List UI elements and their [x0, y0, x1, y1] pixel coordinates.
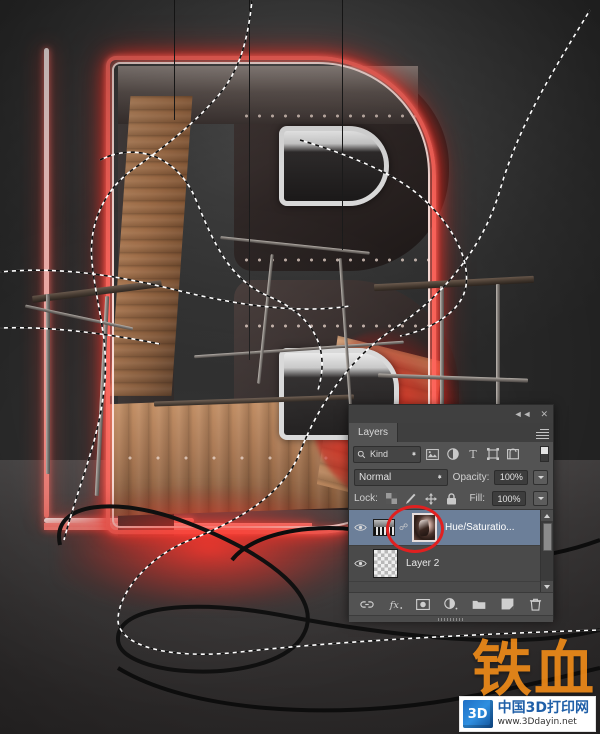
fill-dropdown-button[interactable]	[533, 491, 548, 506]
layer-name-label[interactable]: Layer 2	[406, 558, 439, 569]
filter-kind-label: Kind	[370, 449, 389, 459]
blend-mode-value: Normal	[359, 471, 392, 483]
filter-pixel-icon[interactable]	[424, 446, 441, 463]
table-row[interactable]: Layer 2	[349, 546, 553, 582]
filter-smart-object-icon[interactable]	[504, 446, 521, 463]
new-layer-button[interactable]	[499, 596, 516, 613]
delete-layer-button[interactable]	[527, 596, 544, 613]
layers-scrollbar[interactable]	[540, 510, 553, 592]
filter-enable-toggle[interactable]	[540, 446, 549, 462]
eye-icon	[353, 560, 367, 567]
link-layers-button[interactable]	[359, 596, 376, 613]
panel-menu-icon[interactable]	[536, 427, 549, 439]
filter-kind-spinner[interactable]: ▲ ▼	[411, 451, 417, 458]
layer-visibility-toggle[interactable]	[351, 559, 369, 568]
layer-style-button[interactable]: fx	[387, 596, 404, 613]
fill-input[interactable]: 100%	[492, 491, 526, 506]
panel-tab-bar: Layers	[349, 423, 553, 442]
layer-mask-link-icon[interactable]: ☍	[399, 522, 408, 533]
tab-layers[interactable]: Layers	[349, 423, 399, 442]
layer-filter-row: Kind ▲ ▼ T	[349, 442, 553, 466]
filter-shape-icon[interactable]	[484, 446, 501, 463]
filter-type-icon[interactable]: T	[464, 446, 481, 463]
svg-text:fx: fx	[388, 600, 399, 610]
watermark-3d-logo: 3D	[462, 700, 493, 728]
layer-name-label[interactable]: Hue/Saturatio...	[445, 522, 514, 533]
layers-panel[interactable]: ◄◄ ✕ Layers Kind ▲ ▼ T Normal ▲ ▼ Opacit…	[348, 404, 554, 622]
lock-label: Lock:	[354, 493, 378, 504]
lock-fill-row: Lock: Fill: 100%	[349, 488, 553, 509]
scroll-down-arrow[interactable]	[541, 581, 553, 592]
add-layer-mask-button[interactable]	[415, 596, 432, 613]
layers-bottom-toolbar: fx	[349, 593, 553, 615]
watermark-site-name: 中国3D打印网	[497, 700, 589, 717]
watermark-url: www.3Ddayin.net	[497, 716, 577, 727]
panel-resize-grip[interactable]	[349, 615, 553, 622]
screenshot-root: ◄◄ ✕ Layers Kind ▲ ▼ T Normal ▲ ▼ Opacit…	[0, 0, 600, 734]
eye-icon	[353, 524, 367, 531]
scrollbar-thumb[interactable]	[543, 523, 552, 551]
floor-vignette	[0, 0, 600, 734]
blend-mode-spinner[interactable]: ▲ ▼	[437, 474, 443, 481]
filter-adjustment-icon[interactable]	[444, 446, 461, 463]
artwork-background	[0, 0, 600, 734]
layer-mask-thumbnail[interactable]	[412, 513, 437, 542]
layer-visibility-toggle[interactable]	[351, 523, 369, 532]
lock-position-icon[interactable]	[425, 492, 438, 505]
filter-kind-dropdown[interactable]: Kind ▲ ▼	[353, 445, 421, 463]
watermark-big-text: 铁血	[472, 635, 596, 705]
close-icon[interactable]: ✕	[540, 409, 548, 419]
new-adjustment-layer-button[interactable]	[443, 596, 460, 613]
hue-saturation-adjustment-thumbnail[interactable]	[373, 519, 395, 536]
opacity-input[interactable]: 100%	[494, 469, 529, 485]
lock-image-pixels-icon[interactable]	[405, 492, 418, 505]
collapse-double-arrow-icon[interactable]: ◄◄	[514, 409, 532, 419]
layers-list[interactable]: ☍ Hue/Saturatio... Layer 2	[349, 509, 553, 593]
lock-all-icon[interactable]	[445, 492, 458, 505]
opacity-label: Opacity:	[452, 471, 490, 483]
panel-body: Kind ▲ ▼ T Normal ▲ ▼ Opacity: 100% Lock…	[349, 442, 553, 622]
blend-mode-dropdown[interactable]: Normal ▲ ▼	[354, 468, 448, 486]
search-icon	[357, 450, 366, 458]
tab-bar-filler	[398, 423, 553, 442]
svg-text:T: T	[469, 448, 477, 460]
watermark-badge: 3D 中国3D打印网 www.3Ddayin.net	[458, 696, 596, 732]
new-group-button[interactable]	[471, 596, 488, 613]
watermark-text-block: 中国3D打印网 www.3Ddayin.net	[498, 701, 589, 727]
transparent-layer-thumbnail[interactable]	[373, 549, 398, 578]
blend-opacity-row: Normal ▲ ▼ Opacity: 100%	[349, 466, 553, 488]
fill-label: Fill:	[469, 493, 485, 504]
table-row[interactable]: ☍ Hue/Saturatio...	[349, 510, 553, 546]
lock-transparent-pixels-icon[interactable]	[385, 492, 398, 505]
opacity-dropdown-button[interactable]	[533, 469, 548, 485]
scroll-up-arrow[interactable]	[541, 510, 553, 521]
tab-layers-label: Layers	[358, 427, 389, 438]
panel-titlebar: ◄◄ ✕	[349, 405, 553, 423]
